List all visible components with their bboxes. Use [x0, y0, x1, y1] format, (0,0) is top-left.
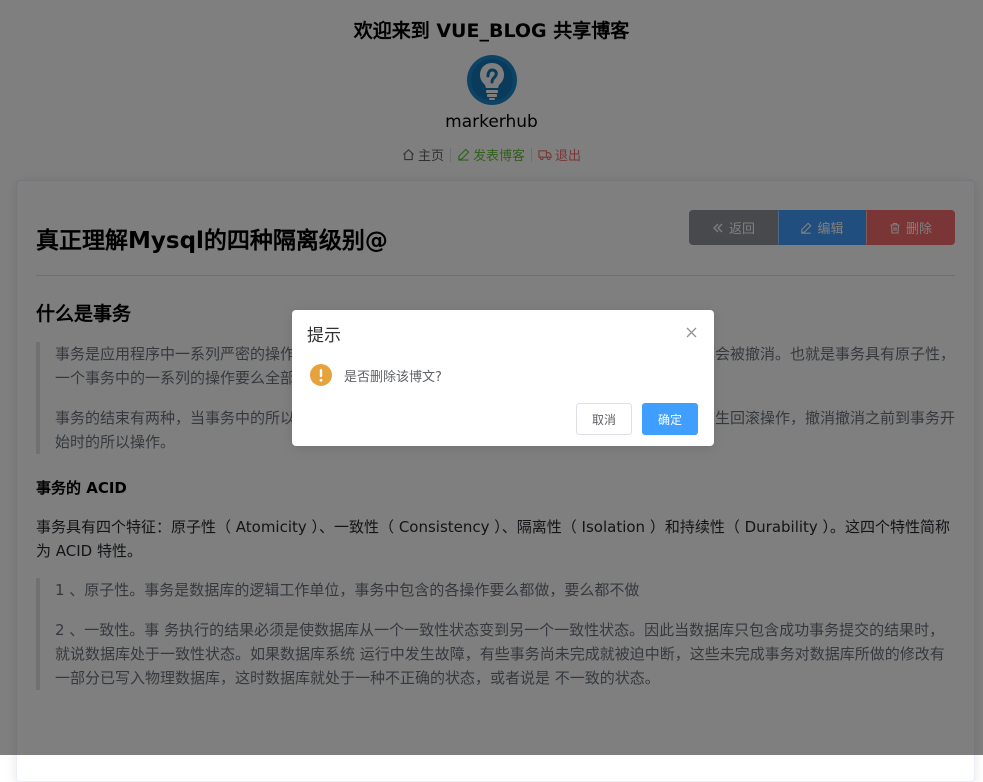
dialog-footer: 取消 确定	[576, 403, 698, 435]
cancel-button[interactable]: 取消	[576, 403, 632, 435]
dialog-body: 是否删除该博文?	[310, 364, 442, 386]
close-icon[interactable]	[686, 327, 697, 338]
dialog-title: 提示	[307, 326, 341, 346]
confirm-button[interactable]: 确定	[642, 403, 698, 435]
confirm-dialog: 提示 是否删除该博文? 取消 确定	[292, 310, 714, 446]
dialog-message: 是否删除该博文?	[344, 369, 442, 385]
warning-icon	[310, 364, 332, 386]
